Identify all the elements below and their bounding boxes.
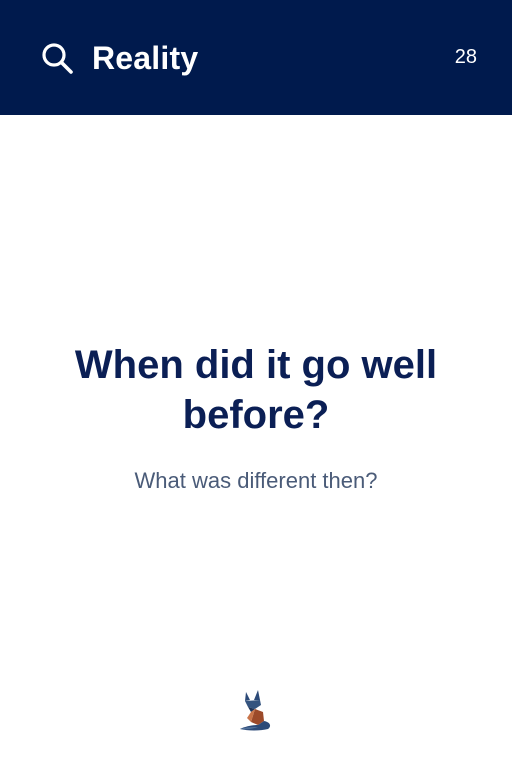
question-card: Reality 28 When did it go well before? W… bbox=[0, 0, 512, 768]
card-number: 28 bbox=[454, 46, 477, 68]
category-title: Reality bbox=[92, 40, 199, 76]
fox-logo-icon bbox=[240, 690, 271, 731]
question-text: When did it go well before? bbox=[74, 343, 438, 437]
subquestion-text: What was different then? bbox=[134, 468, 378, 493]
card-header: Reality 28 bbox=[0, 0, 512, 115]
search-icon[interactable] bbox=[40, 41, 74, 75]
